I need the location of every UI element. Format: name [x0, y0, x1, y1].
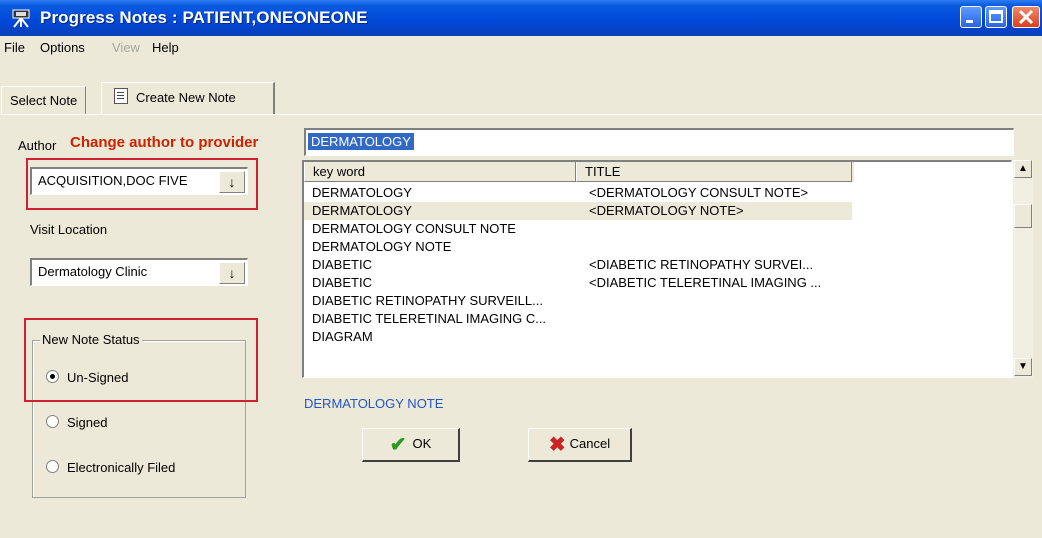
radio-signed-label: Signed [67, 415, 108, 430]
list-item[interactable]: DERMATOLOGY <DERMATOLOGY NOTE> [304, 202, 852, 220]
tab-create-label: Create New Note [136, 90, 236, 105]
list-item-title: <DIABETIC TELERETINAL IMAGING ... [589, 275, 822, 290]
visit-location-dropdown-button[interactable]: ↓ [219, 262, 245, 284]
list-item-keyword: DIABETIC TELERETINAL IMAGING C... [312, 311, 547, 326]
tab-select-note[interactable]: Select Note [1, 86, 87, 114]
list-item-keyword: DERMATOLOGY [312, 203, 412, 218]
menu-file[interactable]: File [4, 40, 25, 55]
check-icon: ✔ [389, 434, 407, 456]
list-item-keyword: DERMATOLOGY NOTE [312, 239, 452, 254]
tab-panel-divider [0, 114, 1042, 115]
list-item-keyword: DIABETIC [312, 257, 372, 272]
list-item[interactable]: DIABETIC <DIABETIC TELERETINAL IMAGING ..… [304, 274, 852, 292]
list-item[interactable]: DIABETIC TELERETINAL IMAGING C... [304, 310, 852, 328]
list-item-keyword: DERMATOLOGY CONSULT NOTE [312, 221, 516, 236]
list-item-keyword: DIABETIC [312, 275, 372, 290]
close-button[interactable] [1012, 6, 1040, 28]
list-header: key word TITLE [304, 162, 854, 182]
cancel-x-icon: ✖ [548, 434, 566, 456]
list-item[interactable]: DERMATOLOGY NOTE [304, 238, 852, 256]
radio-signed[interactable]: Signed [46, 415, 107, 430]
change-author-hint: Change author to provider [70, 134, 259, 151]
visit-location-label: Visit Location [30, 222, 108, 237]
title-search-value: DERMATOLOGY [308, 133, 414, 150]
list-item[interactable]: DIABETIC RETINOPATHY SURVEILL... [304, 292, 852, 310]
menu-view[interactable]: View [112, 40, 140, 55]
scroll-down-button[interactable]: ▼ [1014, 358, 1032, 376]
note-icon [114, 88, 128, 104]
radio-signed-indicator [46, 415, 59, 428]
cancel-label: Cancel [569, 436, 611, 451]
menu-options[interactable]: Options [40, 40, 85, 55]
menu-help[interactable]: Help [152, 40, 179, 55]
list-item[interactable]: DIABETIC <DIABETIC RETINOPATHY SURVEI... [304, 256, 852, 274]
visit-location-value: Dermatology Clinic [38, 264, 148, 279]
title-bar: Progress Notes : PATIENT,ONEONEONE [0, 0, 1042, 36]
radio-electronically-filed-indicator [46, 460, 59, 473]
cancel-button[interactable]: ✖ Cancel [528, 428, 632, 462]
list-item-title: <DIABETIC RETINOPATHY SURVEI... [589, 257, 814, 272]
author-highlight-box [26, 158, 258, 210]
tab-create-new-note[interactable]: Create New Note [101, 82, 275, 114]
radio-electronically-filed-label: Electronically Filed [67, 460, 176, 475]
close-icon [1018, 9, 1034, 25]
list-item-title: <DERMATOLOGY NOTE> [589, 203, 744, 218]
status-highlight-box [24, 318, 258, 402]
scroll-thumb[interactable] [1014, 204, 1032, 228]
selected-title-label: DERMATOLOGY NOTE [304, 396, 444, 411]
list-item-title: <DERMATOLOGY CONSULT NOTE> [589, 185, 809, 200]
list-item-keyword: DIAGRAM [312, 329, 373, 344]
maximize-icon [989, 10, 1003, 23]
ok-button[interactable]: ✔ OK [362, 428, 460, 462]
ok-label: OK [412, 436, 432, 451]
column-keyword[interactable]: key word [304, 162, 576, 182]
window-title: Progress Notes : PATIENT,ONEONEONE [40, 8, 368, 27]
minimize-button[interactable] [960, 6, 982, 28]
visit-location-combo[interactable]: Dermatology Clinic ↓ [30, 258, 248, 286]
minimize-icon [966, 20, 973, 23]
maximize-button[interactable] [985, 6, 1007, 28]
list-item[interactable]: DERMATOLOGY <DERMATOLOGY CONSULT NOTE> [304, 184, 852, 202]
list-item[interactable]: DIAGRAM [304, 328, 852, 346]
scroll-up-button[interactable]: ▲ [1014, 160, 1032, 178]
radio-electronically-filed[interactable]: Electronically Filed [46, 460, 175, 475]
list-scrollbar[interactable]: ▲ ▼ [1012, 160, 1033, 378]
title-list[interactable]: key word TITLE DERMATOLOGY <DERMATOLOGY C… [302, 160, 1012, 378]
arrow-down-icon: ↓ [228, 265, 236, 281]
list-item-keyword: DIABETIC RETINOPATHY SURVEILL... [312, 293, 543, 308]
column-title[interactable]: TITLE [576, 162, 852, 182]
menu-bar: File Options View Help [0, 36, 1042, 60]
arrow-up-icon: ▲ [1018, 163, 1028, 174]
list-item-keyword: DERMATOLOGY [312, 185, 412, 200]
arrow-down-icon: ▼ [1018, 361, 1028, 372]
app-icon [12, 9, 30, 28]
list-item[interactable]: DERMATOLOGY CONSULT NOTE [304, 220, 852, 238]
title-search-input[interactable]: DERMATOLOGY [304, 128, 1014, 156]
author-label: Author [18, 138, 57, 153]
